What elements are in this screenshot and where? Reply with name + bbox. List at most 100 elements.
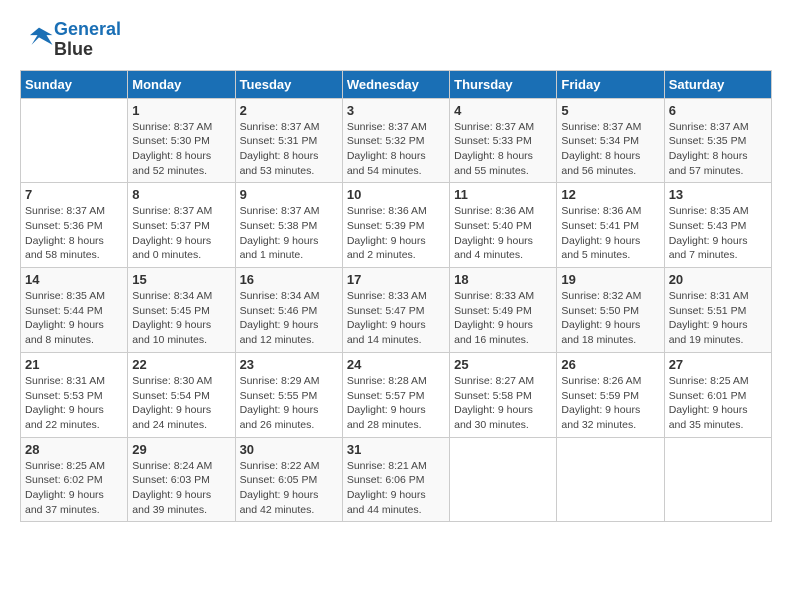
calendar-cell: 3 Sunrise: 8:37 AMSunset: 5:32 PMDaylight…	[342, 98, 449, 183]
calendar-cell: 16 Sunrise: 8:34 AMSunset: 5:46 PMDayligh…	[235, 268, 342, 353]
day-info: Sunrise: 8:24 AMSunset: 6:03 PMDaylight:…	[132, 459, 230, 518]
calendar-cell: 13 Sunrise: 8:35 AMSunset: 5:43 PMDayligh…	[664, 183, 771, 268]
calendar-cell: 31Sunrise: 8:21 AMSunset: 6:06 PMDayligh…	[342, 437, 449, 522]
calendar-week-4: 21 Sunrise: 8:31 AMSunset: 5:53 PMDayligh…	[21, 352, 772, 437]
calendar-cell: 24Sunrise: 8:28 AMSunset: 5:57 PMDayligh…	[342, 352, 449, 437]
day-info: Sunrise: 8:29 AMSunset: 5:55 PMDaylight:…	[240, 374, 338, 433]
page-header: GeneralBlue	[20, 20, 772, 60]
day-number: 21	[25, 357, 123, 372]
day-info: Sunrise: 8:27 AMSunset: 5:58 PMDaylight:…	[454, 374, 552, 433]
day-info: Sunrise: 8:37 AMSunset: 5:32 PMDaylight:…	[347, 120, 445, 179]
day-number: 14	[25, 272, 123, 287]
logo: GeneralBlue	[20, 20, 121, 60]
day-info: Sunrise: 8:35 AMSunset: 5:44 PMDaylight:…	[25, 289, 123, 348]
calendar-cell: 8Sunrise: 8:37 AMSunset: 5:37 PMDaylight…	[128, 183, 235, 268]
day-info: Sunrise: 8:36 AMSunset: 5:39 PMDaylight:…	[347, 204, 445, 263]
day-info: Sunrise: 8:37 AMSunset: 5:36 PMDaylight:…	[25, 204, 123, 263]
day-number: 12	[561, 187, 659, 202]
day-number: 7	[25, 187, 123, 202]
day-number: 26	[561, 357, 659, 372]
day-number: 1	[132, 103, 230, 118]
day-info: Sunrise: 8:37 AMSunset: 5:35 PMDaylight:…	[669, 120, 767, 179]
calendar-cell: 5 Sunrise: 8:37 AMSunset: 5:34 PMDaylight…	[557, 98, 664, 183]
calendar-cell	[21, 98, 128, 183]
day-number: 6	[669, 103, 767, 118]
calendar-cell: 23 Sunrise: 8:29 AMSunset: 5:55 PMDayligh…	[235, 352, 342, 437]
calendar-cell: 15 Sunrise: 8:34 AMSunset: 5:45 PMDayligh…	[128, 268, 235, 353]
calendar-cell: 29 Sunrise: 8:24 AMSunset: 6:03 PMDayligh…	[128, 437, 235, 522]
day-number: 3	[347, 103, 445, 118]
day-number: 16	[240, 272, 338, 287]
column-header-saturday: Saturday	[664, 70, 771, 98]
day-number: 30	[240, 442, 338, 457]
day-info: Sunrise: 8:33 AMSunset: 5:47 PMDaylight:…	[347, 289, 445, 348]
day-number: 5	[561, 103, 659, 118]
day-number: 29	[132, 442, 230, 457]
day-info: Sunrise: 8:34 AMSunset: 5:45 PMDaylight:…	[132, 289, 230, 348]
calendar-cell: 21 Sunrise: 8:31 AMSunset: 5:53 PMDayligh…	[21, 352, 128, 437]
day-number: 23	[240, 357, 338, 372]
calendar-cell: 20 Sunrise: 8:31 AMSunset: 5:51 PMDayligh…	[664, 268, 771, 353]
day-info: Sunrise: 8:35 AMSunset: 5:43 PMDaylight:…	[669, 204, 767, 263]
calendar-cell	[557, 437, 664, 522]
day-number: 20	[669, 272, 767, 287]
calendar-cell: 10 Sunrise: 8:36 AMSunset: 5:39 PMDayligh…	[342, 183, 449, 268]
day-info: Sunrise: 8:31 AMSunset: 5:51 PMDaylight:…	[669, 289, 767, 348]
column-header-wednesday: Wednesday	[342, 70, 449, 98]
day-info: Sunrise: 8:25 AMSunset: 6:02 PMDaylight:…	[25, 459, 123, 518]
calendar-cell: 6 Sunrise: 8:37 AMSunset: 5:35 PMDaylight…	[664, 98, 771, 183]
day-number: 11	[454, 187, 552, 202]
calendar-cell: 9 Sunrise: 8:37 AMSunset: 5:38 PMDaylight…	[235, 183, 342, 268]
day-number: 19	[561, 272, 659, 287]
calendar-week-5: 28 Sunrise: 8:25 AMSunset: 6:02 PMDayligh…	[21, 437, 772, 522]
day-number: 2	[240, 103, 338, 118]
calendar-cell: 26 Sunrise: 8:26 AMSunset: 5:59 PMDayligh…	[557, 352, 664, 437]
day-info: Sunrise: 8:37 AMSunset: 5:34 PMDaylight:…	[561, 120, 659, 179]
day-number: 18	[454, 272, 552, 287]
logo-text: GeneralBlue	[54, 20, 121, 60]
day-info: Sunrise: 8:26 AMSunset: 5:59 PMDaylight:…	[561, 374, 659, 433]
day-info: Sunrise: 8:37 AMSunset: 5:31 PMDaylight:…	[240, 120, 338, 179]
day-info: Sunrise: 8:37 AMSunset: 5:37 PMDaylight:…	[132, 204, 230, 263]
calendar-cell: 12 Sunrise: 8:36 AMSunset: 5:41 PMDayligh…	[557, 183, 664, 268]
calendar-cell: 18 Sunrise: 8:33 AMSunset: 5:49 PMDayligh…	[450, 268, 557, 353]
day-info: Sunrise: 8:34 AMSunset: 5:46 PMDaylight:…	[240, 289, 338, 348]
calendar-cell: 19 Sunrise: 8:32 AMSunset: 5:50 PMDayligh…	[557, 268, 664, 353]
calendar-cell	[450, 437, 557, 522]
calendar-cell	[664, 437, 771, 522]
day-number: 25	[454, 357, 552, 372]
calendar-cell: 27 Sunrise: 8:25 AMSunset: 6:01 PMDayligh…	[664, 352, 771, 437]
day-info: Sunrise: 8:28 AMSunset: 5:57 PMDaylight:…	[347, 374, 445, 433]
day-info: Sunrise: 8:36 AMSunset: 5:41 PMDaylight:…	[561, 204, 659, 263]
day-number: 10	[347, 187, 445, 202]
column-header-friday: Friday	[557, 70, 664, 98]
day-info: Sunrise: 8:33 AMSunset: 5:49 PMDaylight:…	[454, 289, 552, 348]
day-number: 17	[347, 272, 445, 287]
calendar-week-1: 1 Sunrise: 8:37 AMSunset: 5:30 PMDaylight…	[21, 98, 772, 183]
calendar-cell: 1 Sunrise: 8:37 AMSunset: 5:30 PMDaylight…	[128, 98, 235, 183]
day-info: Sunrise: 8:32 AMSunset: 5:50 PMDaylight:…	[561, 289, 659, 348]
calendar-cell: 2 Sunrise: 8:37 AMSunset: 5:31 PMDaylight…	[235, 98, 342, 183]
day-info: Sunrise: 8:37 AMSunset: 5:38 PMDaylight:…	[240, 204, 338, 263]
calendar-table: SundayMondayTuesdayWednesdayThursdayFrid…	[20, 70, 772, 523]
calendar-cell: 11Sunrise: 8:36 AMSunset: 5:40 PMDayligh…	[450, 183, 557, 268]
calendar-cell: 17 Sunrise: 8:33 AMSunset: 5:47 PMDayligh…	[342, 268, 449, 353]
calendar-cell: 14 Sunrise: 8:35 AMSunset: 5:44 PMDayligh…	[21, 268, 128, 353]
calendar-cell: 7 Sunrise: 8:37 AMSunset: 5:36 PMDaylight…	[21, 183, 128, 268]
day-number: 27	[669, 357, 767, 372]
column-header-sunday: Sunday	[21, 70, 128, 98]
calendar-cell: 25 Sunrise: 8:27 AMSunset: 5:58 PMDayligh…	[450, 352, 557, 437]
day-info: Sunrise: 8:31 AMSunset: 5:53 PMDaylight:…	[25, 374, 123, 433]
day-info: Sunrise: 8:37 AMSunset: 5:33 PMDaylight:…	[454, 120, 552, 179]
day-number: 9	[240, 187, 338, 202]
day-number: 13	[669, 187, 767, 202]
day-info: Sunrise: 8:25 AMSunset: 6:01 PMDaylight:…	[669, 374, 767, 433]
day-number: 28	[25, 442, 123, 457]
day-number: 15	[132, 272, 230, 287]
calendar-week-3: 14 Sunrise: 8:35 AMSunset: 5:44 PMDayligh…	[21, 268, 772, 353]
day-info: Sunrise: 8:22 AMSunset: 6:05 PMDaylight:…	[240, 459, 338, 518]
day-number: 31	[347, 442, 445, 457]
day-number: 22	[132, 357, 230, 372]
day-info: Sunrise: 8:37 AMSunset: 5:30 PMDaylight:…	[132, 120, 230, 179]
calendar-cell: 30 Sunrise: 8:22 AMSunset: 6:05 PMDayligh…	[235, 437, 342, 522]
